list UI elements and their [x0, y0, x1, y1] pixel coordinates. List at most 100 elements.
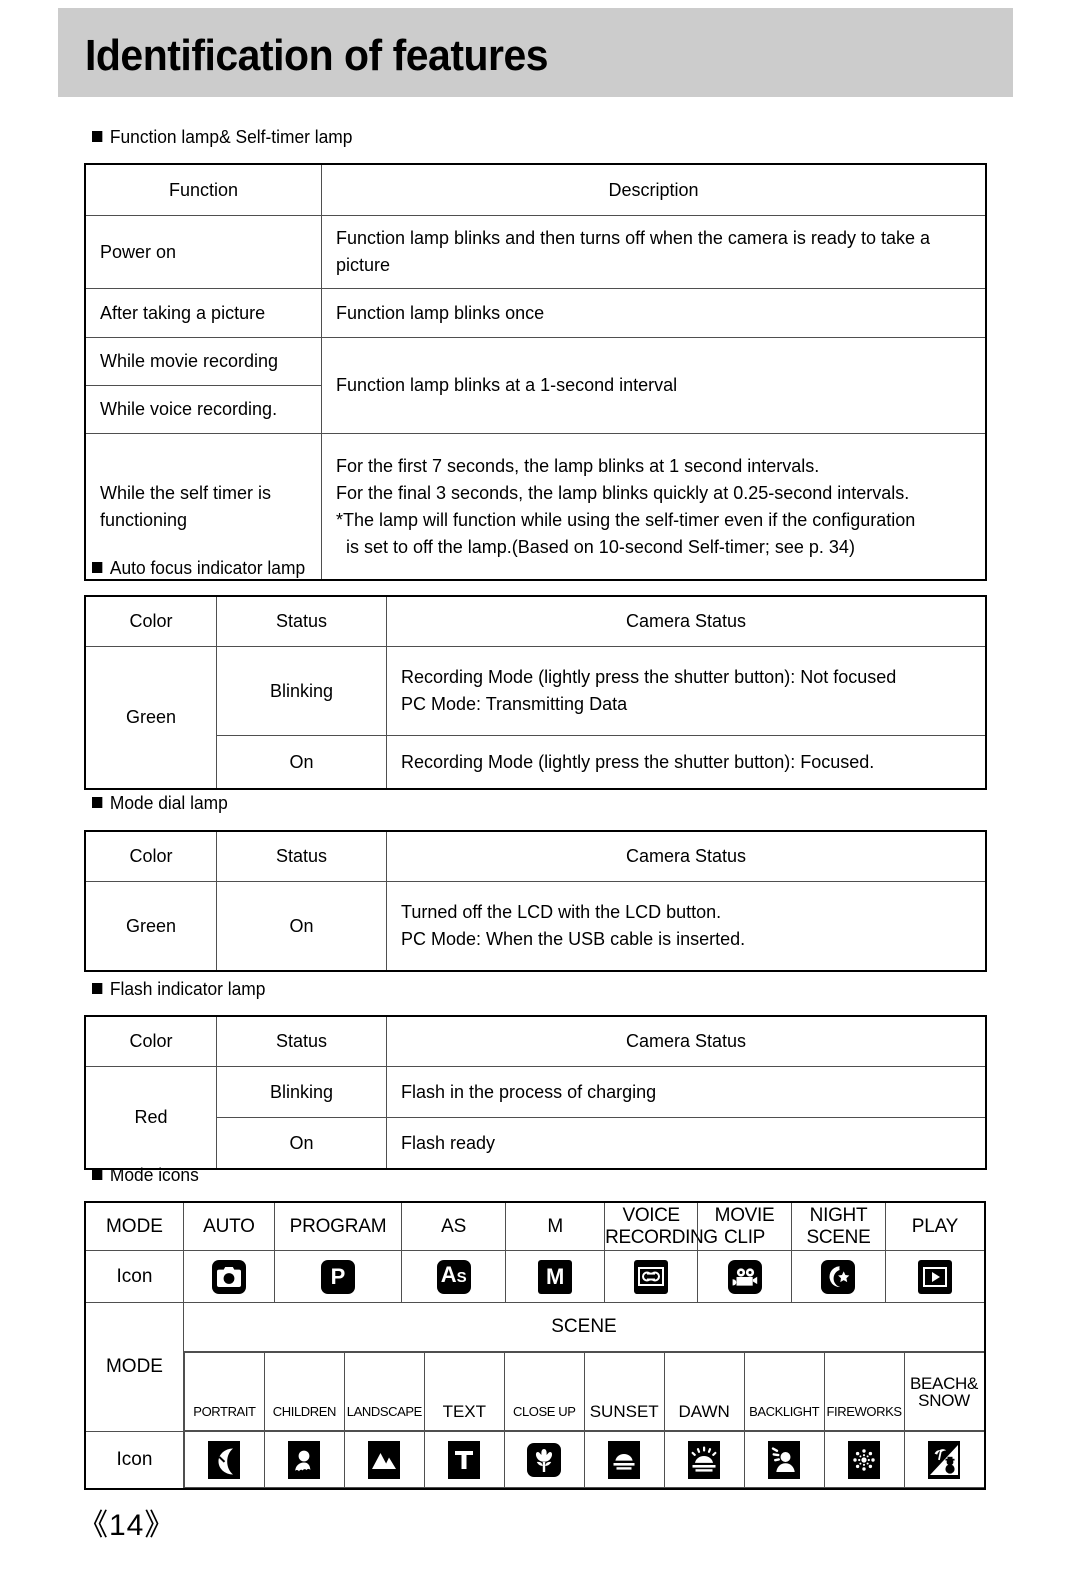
scene-label-close-up: CLOSE UP	[503, 1352, 585, 1431]
mode-label-night-scene: NIGHT SCENE	[791, 1202, 886, 1251]
page-number: 《14》	[78, 1509, 176, 1542]
header-status: Status	[216, 831, 387, 882]
scene-label-beach-snow: BEACH& SNOW	[903, 1352, 985, 1431]
scene-label-container: PORTRAIT CHILDREN LANDSCAPE TEXT CLOSE U…	[183, 1352, 985, 1431]
icon-cell-backlight	[743, 1431, 825, 1488]
self-timer-desc-line-2: For the final 3 seconds, the lamp blinks…	[336, 482, 910, 503]
camera-status-line-1: Turned off the LCD with the LCD button.	[401, 902, 722, 922]
row-label-mode-scene: MODE	[85, 1302, 184, 1432]
self-timer-desc-line-1: For the first 7 seconds, the lamp blinks…	[336, 455, 820, 476]
table-row: After taking a picture Function lamp bli…	[85, 288, 986, 338]
header-status: Status	[216, 596, 387, 647]
cell-status-blinking: Blinking	[216, 1066, 387, 1118]
cell-desc-self-timer: For the first 7 seconds, the lamp blinks…	[321, 433, 986, 580]
cell-color-green: Green	[85, 881, 217, 971]
mode-label-voice-recording: VOICE RECORDING	[604, 1202, 718, 1251]
icon-cell-voice-recording	[604, 1250, 699, 1303]
header-color: Color	[85, 831, 217, 882]
person-bust-icon	[288, 1440, 321, 1479]
cell-status-on: On	[216, 881, 387, 971]
icon-cell-children	[263, 1431, 345, 1488]
caption-text: Function lamp& Self-timer lamp	[109, 126, 353, 147]
scene-label-backlight: BACKLIGHT	[743, 1352, 825, 1431]
bullet-square-icon	[92, 562, 103, 573]
camera-icon	[211, 1259, 246, 1294]
section-caption-mode-icons: Mode icons	[92, 1164, 199, 1186]
dawn-sunrise-icon	[688, 1440, 721, 1479]
row-label-mode: MODE	[85, 1202, 184, 1251]
icon-cell-auto	[182, 1250, 275, 1303]
caption-text: Mode dial lamp	[109, 792, 228, 813]
section-caption-autofocus: Auto focus indicator lamp	[92, 557, 305, 579]
header-color: Color	[85, 1016, 217, 1067]
icon-cell-m: M	[505, 1250, 606, 1303]
cell-camera-status-on: Recording Mode (lightly press the shutte…	[386, 735, 986, 789]
section-caption-mode-dial: Mode dial lamp	[92, 792, 228, 814]
mode-label-play: PLAY	[884, 1202, 986, 1251]
bullet-square-icon	[92, 983, 103, 994]
cell-status-on: On	[216, 735, 387, 789]
icon-cell-as: AS	[401, 1250, 507, 1303]
backlight-person-icon	[768, 1440, 801, 1479]
scene-icon-container	[183, 1431, 985, 1488]
mode-label-auto: AUTO	[182, 1202, 275, 1251]
icon-cell-text	[423, 1431, 505, 1488]
fireworks-burst-icon	[848, 1440, 881, 1479]
cell-function-movie-recording: While movie recording	[85, 337, 322, 386]
scene-label-children: CHILDREN	[263, 1352, 345, 1431]
mode-label-m: M	[505, 1202, 606, 1251]
header-description: Description	[321, 164, 986, 216]
icon-cell-night-scene	[791, 1250, 886, 1303]
letter-as-icon: AS	[436, 1259, 471, 1294]
table-row: Red Blinking Flash in the process of cha…	[85, 1066, 986, 1169]
icon-cell-close-up	[503, 1431, 585, 1488]
header-function: Function	[85, 164, 322, 216]
movie-camera-icon	[727, 1259, 762, 1294]
cell-camera-status: Turned off the LCD with the LCD button. …	[386, 881, 986, 971]
page-title: Identification of features	[85, 31, 549, 80]
table-header-row: Color Status Camera Status	[85, 1016, 986, 1067]
bullet-square-icon	[92, 131, 103, 142]
cell-desc-power-on: Function lamp blinks and then turns off …	[321, 215, 986, 289]
scene-title: SCENE	[182, 1302, 986, 1352]
self-timer-desc-line-4: is set to off the lamp.(Based on 10-seco…	[336, 536, 855, 557]
cell-status-blinking: Blinking	[216, 646, 387, 736]
icon-cell-portrait	[183, 1431, 265, 1488]
icon-cell-movie-clip	[697, 1250, 793, 1303]
header-camera-status: Camera Status	[386, 596, 986, 647]
table-header-row: Color Status Camera Status	[85, 831, 986, 882]
scene-icon-row: Icon	[85, 1430, 985, 1489]
mode-label-as: AS	[401, 1202, 507, 1251]
caption-text: Flash indicator lamp	[109, 978, 266, 999]
cassette-tape-icon	[634, 1259, 669, 1294]
icon-cell-fireworks	[823, 1431, 905, 1488]
header-camera-status: Camera Status	[386, 831, 986, 882]
bullet-square-icon	[92, 797, 103, 808]
header-status: Status	[216, 1016, 387, 1067]
table-header-row: Color Status Camera Status	[85, 596, 986, 647]
letter-p-icon: P	[321, 1259, 355, 1294]
scene-label-text: TEXT	[423, 1352, 505, 1431]
mountains-icon	[368, 1440, 401, 1479]
section-caption-flash-indicator: Flash indicator lamp	[92, 978, 265, 1000]
cell-status-on: On	[216, 1117, 387, 1169]
header-color: Color	[85, 596, 217, 647]
mode-label-row: MODE AUTO PROGRAM AS M VOICE RECORDING M…	[85, 1202, 986, 1251]
table-row: Green On Turned off the LCD with the LCD…	[85, 881, 986, 971]
table-row: While movie recording Function lamp blin…	[85, 337, 986, 434]
sunset-icon	[608, 1440, 641, 1479]
letter-t-icon	[448, 1440, 481, 1479]
scene-label-sunset: SUNSET	[583, 1352, 665, 1431]
icon-cell-sunset	[583, 1431, 665, 1488]
cell-camera-status-blinking: Flash in the process of charging	[386, 1066, 986, 1118]
scene-label-row: PORTRAIT CHILDREN LANDSCAPE TEXT CLOSE U…	[86, 1352, 985, 1431]
camera-status-line-2: PC Mode: Transmitting Data	[401, 694, 628, 714]
table-header-row: Function Description	[85, 164, 986, 216]
cell-function-after-picture: After taking a picture	[85, 288, 322, 338]
cell-color-green: Green	[85, 646, 217, 789]
cell-function-voice-recording: While voice recording.	[85, 385, 322, 434]
row-label-icon: Icon	[85, 1250, 184, 1303]
mode-icons-table: MODE AUTO PROGRAM AS M VOICE RECORDING M…	[84, 1201, 986, 1490]
mode-dial-lamp-table: Color Status Camera Status Green On Turn…	[84, 830, 987, 972]
function-lamp-table: Function Description Power on Function l…	[84, 163, 987, 581]
